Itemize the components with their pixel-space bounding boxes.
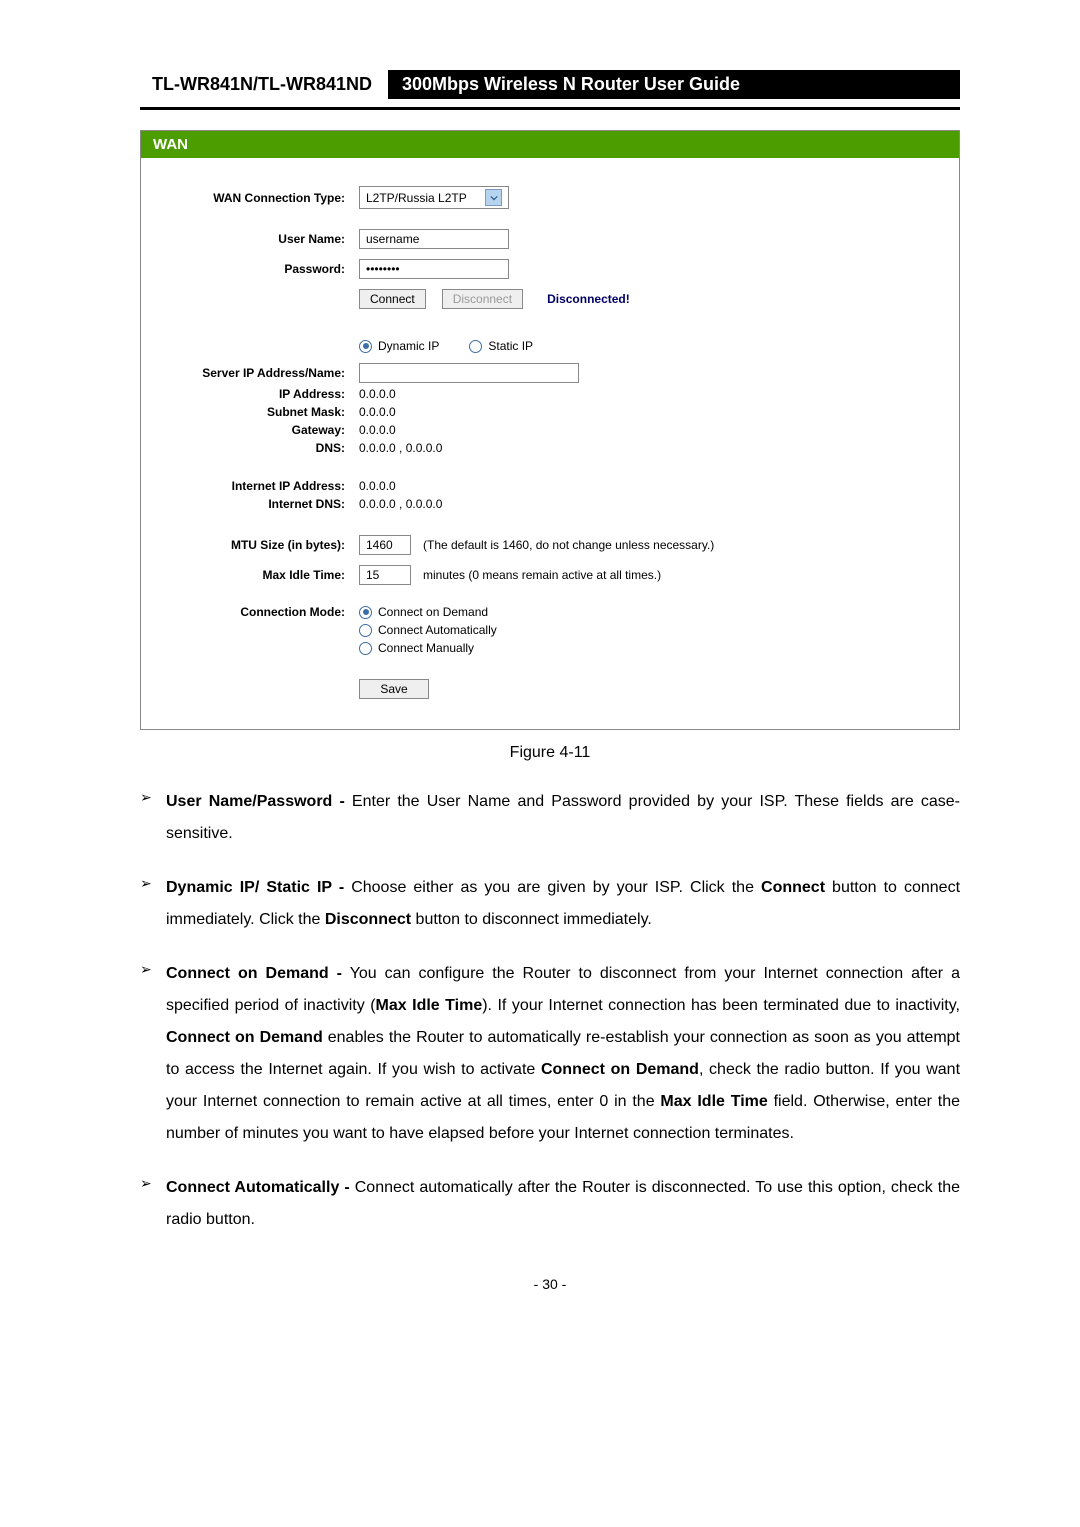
- radio-connect-manually[interactable]: Connect Manually: [359, 641, 474, 655]
- label-max-idle: Max Idle Time:: [167, 568, 359, 582]
- bullet-icon: ➢: [140, 786, 166, 850]
- select-value: L2TP/Russia L2TP: [366, 191, 467, 205]
- label-conn-type: WAN Connection Type:: [167, 191, 359, 205]
- radio-static-ip[interactable]: Static IP: [469, 339, 533, 353]
- wan-conn-type-select[interactable]: L2TP/Russia L2TP: [359, 186, 509, 209]
- save-button[interactable]: Save: [359, 679, 429, 699]
- label-password: Password:: [167, 262, 359, 276]
- value-gateway: 0.0.0.0: [359, 423, 933, 437]
- username-field[interactable]: username: [359, 229, 509, 249]
- chevron-down-icon: [485, 189, 502, 206]
- radio-connect-automatically[interactable]: Connect Automatically: [359, 623, 497, 637]
- list-item: ➢ Connect Automatically - Connect automa…: [140, 1172, 960, 1236]
- label-dns: DNS:: [167, 441, 359, 455]
- label-gateway: Gateway:: [167, 423, 359, 437]
- max-idle-field[interactable]: 15: [359, 565, 411, 585]
- mtu-note: (The default is 1460, do not change unle…: [423, 538, 714, 552]
- value-dns: 0.0.0.0 , 0.0.0.0: [359, 441, 933, 455]
- password-field[interactable]: ••••••••: [359, 259, 509, 279]
- bullet-icon: ➢: [140, 958, 166, 1150]
- disconnect-button[interactable]: Disconnect: [442, 289, 523, 309]
- page-number: - 30 -: [140, 1276, 960, 1292]
- description-list: ➢ User Name/Password - Enter the User Na…: [140, 786, 960, 1236]
- label-server-ip: Server IP Address/Name:: [167, 366, 359, 380]
- max-idle-note: minutes (0 means remain active at all ti…: [423, 568, 661, 582]
- panel-title: WAN: [141, 131, 959, 158]
- mtu-field[interactable]: 1460: [359, 535, 411, 555]
- label-conn-mode: Connection Mode:: [167, 605, 359, 619]
- radio-icon: [359, 624, 372, 637]
- wan-settings-panel: WAN WAN Connection Type: L2TP/Russia L2T…: [140, 130, 960, 730]
- value-internet-ip: 0.0.0.0: [359, 479, 933, 493]
- list-item: ➢ Connect on Demand - You can configure …: [140, 958, 960, 1150]
- label-username: User Name:: [167, 232, 359, 246]
- label-ip-address: IP Address:: [167, 387, 359, 401]
- header-divider: [140, 107, 960, 110]
- radio-connect-on-demand[interactable]: Connect on Demand: [359, 605, 488, 619]
- header-title: 300Mbps Wireless N Router User Guide: [388, 70, 960, 99]
- page-header: TL-WR841N/TL-WR841ND 300Mbps Wireless N …: [140, 70, 960, 99]
- radio-icon: [359, 642, 372, 655]
- list-item: ➢ Dynamic IP/ Static IP - Choose either …: [140, 872, 960, 936]
- value-ip-address: 0.0.0.0: [359, 387, 933, 401]
- radio-icon: [359, 606, 372, 619]
- radio-icon: [359, 340, 372, 353]
- label-mtu: MTU Size (in bytes):: [167, 538, 359, 552]
- header-model: TL-WR841N/TL-WR841ND: [140, 70, 388, 99]
- bullet-icon: ➢: [140, 1172, 166, 1236]
- value-subnet: 0.0.0.0: [359, 405, 933, 419]
- connection-status: Disconnected!: [547, 292, 630, 306]
- radio-dynamic-ip[interactable]: Dynamic IP: [359, 339, 439, 353]
- figure-caption: Figure 4-11: [140, 744, 960, 762]
- server-ip-field[interactable]: [359, 363, 579, 383]
- label-subnet: Subnet Mask:: [167, 405, 359, 419]
- list-item: ➢ User Name/Password - Enter the User Na…: [140, 786, 960, 850]
- radio-icon: [469, 340, 482, 353]
- label-internet-dns: Internet DNS:: [167, 497, 359, 511]
- bullet-icon: ➢: [140, 872, 166, 936]
- connect-button[interactable]: Connect: [359, 289, 426, 309]
- label-internet-ip: Internet IP Address:: [167, 479, 359, 493]
- value-internet-dns: 0.0.0.0 , 0.0.0.0: [359, 497, 933, 511]
